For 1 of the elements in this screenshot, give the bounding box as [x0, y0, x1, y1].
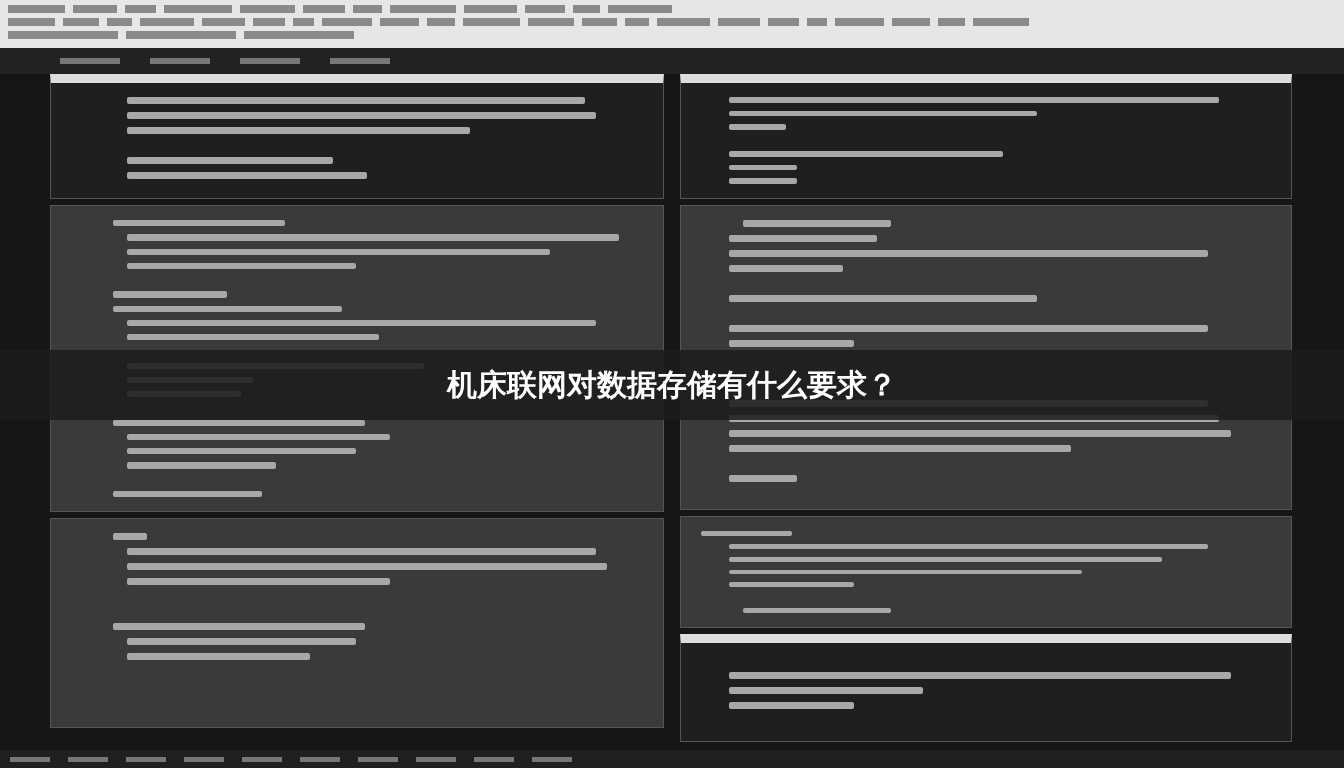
banner-title: 机床联网对数据存储有什么要求？ — [447, 365, 897, 404]
